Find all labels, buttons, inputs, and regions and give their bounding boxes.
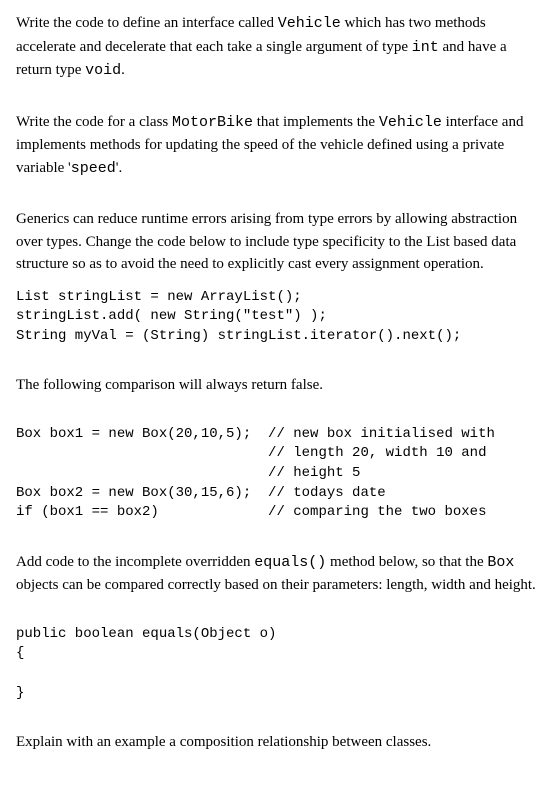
code-speed: speed bbox=[71, 160, 116, 177]
text: method below, so that the bbox=[326, 554, 487, 570]
text: Add code to the incomplete overridden bbox=[16, 554, 254, 570]
text: '. bbox=[116, 160, 122, 176]
question-5: Explain with an example a composition re… bbox=[16, 731, 542, 754]
text: Write the code for a class bbox=[16, 114, 172, 130]
code-block-equals-method: public boolean equals(Object o) { } bbox=[16, 625, 542, 703]
question-1: Write the code to define an interface ca… bbox=[16, 12, 542, 83]
question-3: Generics can reduce runtime errors arisi… bbox=[16, 208, 542, 276]
code-block-generics: List stringList = new ArrayList(); strin… bbox=[16, 288, 542, 347]
text: . bbox=[121, 62, 125, 78]
question-4-intro: The following comparison will always ret… bbox=[16, 374, 542, 397]
code-vehicle: Vehicle bbox=[379, 114, 442, 131]
question-2: Write the code for a class MotorBike tha… bbox=[16, 111, 542, 181]
code-box: Box bbox=[487, 554, 514, 571]
text: objects can be compared correctly based … bbox=[16, 577, 536, 593]
code-void: void bbox=[85, 62, 121, 79]
text: Write the code to define an interface ca… bbox=[16, 15, 278, 31]
question-4: Add code to the incomplete overridden eq… bbox=[16, 551, 542, 597]
text: that implements the bbox=[253, 114, 379, 130]
code-vehicle: Vehicle bbox=[278, 15, 341, 32]
code-int: int bbox=[412, 39, 439, 56]
code-equals: equals() bbox=[254, 554, 326, 571]
code-motorbike: MotorBike bbox=[172, 114, 253, 131]
code-block-box-compare: Box box1 = new Box(20,10,5); // new box … bbox=[16, 425, 542, 523]
